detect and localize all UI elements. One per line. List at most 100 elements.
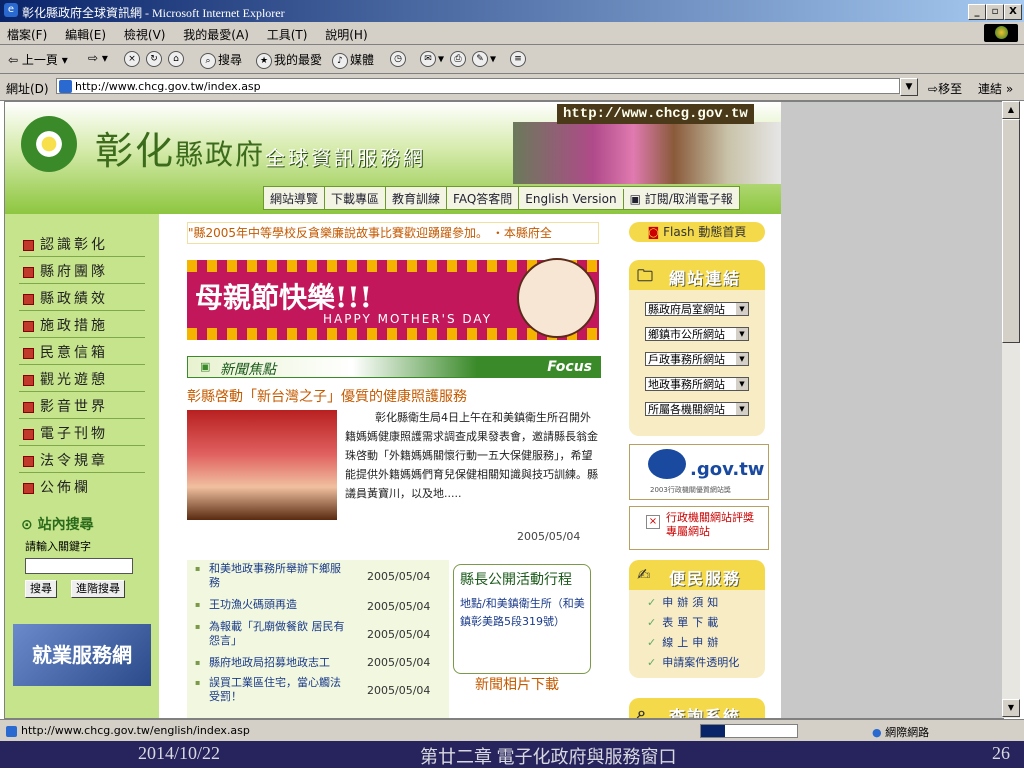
site-url-banner: http://www.chcg.gov.tw: [557, 104, 754, 124]
mail-button[interactable]: ✉ ▾: [420, 51, 444, 67]
favorites-button[interactable]: ★ 我的最愛: [256, 51, 322, 69]
nav-sitemap[interactable]: 網站導覽: [264, 187, 326, 210]
maximize-button[interactable]: ▫: [986, 4, 1004, 20]
news-photo[interactable]: [187, 410, 337, 520]
nav-training[interactable]: 教育訓練: [386, 187, 448, 210]
close-button[interactable]: X: [1004, 4, 1022, 20]
vertical-scrollbar[interactable]: ▲ ▼: [1002, 101, 1020, 718]
go-label: 移至: [938, 82, 963, 96]
back-button[interactable]: ⇦ 上一頁 ▾: [8, 51, 68, 68]
online-apply-link[interactable]: 線上申辦: [647, 634, 722, 650]
edit-button[interactable]: ✎ ▾: [472, 51, 496, 67]
sidebar-item-bulletin[interactable]: 公佈欄: [23, 477, 91, 497]
bullet-icon: [23, 239, 34, 251]
gov-tw-award-badge[interactable]: .gov.tw 2003行政機關優質網站獎: [629, 444, 769, 500]
menu-view[interactable]: 檢視(V): [117, 22, 173, 47]
menu-file[interactable]: 檔案(F): [0, 22, 54, 47]
scroll-thumb[interactable]: [1002, 119, 1020, 343]
land-office-select[interactable]: 地政事務所網站: [645, 377, 749, 391]
media-button[interactable]: ♪ 媒體: [332, 51, 374, 69]
mail-icon: ✉: [420, 51, 436, 67]
bullet-icon: [23, 374, 34, 386]
refresh-button[interactable]: ↻: [146, 51, 164, 67]
site-links-title: 網站連結: [669, 269, 742, 288]
status-url-text: http://www.chcg.gov.tw/english/index.asp: [21, 724, 250, 737]
menu-favorites[interactable]: 我的最愛(A): [176, 22, 256, 47]
address-input[interactable]: http://www.chcg.gov.tw/index.asp: [56, 78, 900, 94]
stop-button[interactable]: ×: [124, 51, 142, 67]
query-system-panel: ⌕ 查詢系統: [629, 698, 765, 719]
news-photo-download-link[interactable]: 新聞相片下載: [475, 674, 559, 694]
menu-help[interactable]: 說明(H): [318, 22, 374, 47]
address-dropdown-button[interactable]: ▼: [900, 78, 918, 96]
flash-homepage-button[interactable]: ◙ Flash 動態首頁: [629, 222, 765, 242]
minimize-button[interactable]: _: [968, 4, 986, 20]
news-list-item-link[interactable]: 為報載「孔廟做餐飲 居民有怨言」: [195, 620, 349, 648]
history-button[interactable]: ◷: [390, 51, 408, 67]
site-search-button[interactable]: 搜尋: [25, 580, 57, 598]
scroll-down-button[interactable]: ▼: [1002, 699, 1020, 717]
toolbar: ⇦ 上一頁 ▾ ⇨ ▾ × ↻ ⌂ ⌕ 搜尋 ★ 我的最愛 ♪ 媒體 ◷ ✉ ▾ ⎙ ✎…: [0, 45, 1024, 74]
slide-date: 2014/10/22: [138, 743, 221, 763]
folder-globe-icon: 🗀: [637, 266, 656, 285]
news-list-item-link[interactable]: 王功漁火碼頭再造: [195, 598, 349, 612]
sidebar-item-label: 電子刊物: [40, 426, 108, 442]
nav-newsletter[interactable]: ▣ 訂閱/取消電子報: [624, 187, 739, 210]
nav-download[interactable]: 下載專區: [325, 187, 387, 210]
mothers-day-banner[interactable]: 母親節快樂!!! HAPPY MOTHER'S DAY: [187, 258, 599, 340]
news-list-item-link[interactable]: 縣府地政局招募地政志工: [195, 656, 349, 670]
slide-chapter-title: 第廿二章 電子化政府與服務窗口: [420, 747, 677, 767]
mayor-activity-box[interactable]: 縣長公開活動行程 地點/和美鎮衛生所（和美鎮彰美路5段319號）: [453, 564, 591, 674]
history-icon: ◷: [390, 51, 406, 67]
news-list-item-date: 2005/05/04: [367, 570, 431, 583]
search-button[interactable]: ⌕ 搜尋: [200, 51, 242, 69]
sidebar-item-policy[interactable]: 施政措施: [23, 315, 108, 335]
print-button[interactable]: ⎙: [450, 51, 468, 67]
news-ticker[interactable]: "縣2005年中等學校反貪樂廉說故事比賽歡迎踴躍參加。 ・本縣府全: [187, 222, 599, 244]
site-search-input[interactable]: [25, 558, 133, 574]
go-button[interactable]: ⇨移至: [928, 80, 962, 97]
household-office-select[interactable]: 戶政事務所網站: [645, 352, 749, 366]
menu-edit[interactable]: 編輯(E): [58, 22, 113, 47]
query-system-header: ⌕ 查詢系統: [629, 698, 765, 719]
sidebar-item-tourism[interactable]: 觀光遊憩: [23, 369, 108, 389]
dept-sites-select[interactable]: 縣政府局室網站: [645, 302, 749, 316]
bullet-icon: [23, 401, 34, 413]
favorites-label: 我的最愛: [274, 53, 323, 67]
sidebar-item-epublication[interactable]: 電子刊物: [23, 423, 108, 443]
back-label: 上一頁: [21, 53, 58, 67]
discuss-button[interactable]: ≡: [510, 51, 528, 67]
magnifier-icon: ⌕: [637, 703, 648, 719]
form-download-link[interactable]: 表單下載: [647, 614, 722, 630]
nav-faq[interactable]: FAQ答客問: [447, 187, 520, 210]
forward-button[interactable]: ⇨ ▾: [88, 51, 108, 65]
home-button[interactable]: ⌂: [168, 51, 186, 67]
sidebar-item-team[interactable]: 縣府團隊: [23, 261, 108, 281]
news-headline-link[interactable]: 彰縣啓動「新台灣之子」優質的健康照護服務: [187, 386, 467, 406]
website-evaluation-link[interactable]: × 行政機關網站評獎專屬網站: [629, 506, 769, 550]
nav-english[interactable]: English Version: [519, 189, 624, 209]
sidebar-item-performance[interactable]: 縣政績效: [23, 288, 108, 308]
discuss-icon: ≡: [510, 51, 526, 67]
news-list-item-link[interactable]: 和美地政事務所舉辦下鄉服務: [195, 562, 349, 590]
case-transparency-link[interactable]: 申請案件透明化: [647, 654, 739, 670]
sidebar-item-regulations[interactable]: 法令規章: [23, 450, 108, 470]
sidebar-item-media[interactable]: 影音世界: [23, 396, 108, 416]
agency-sites-select[interactable]: 所屬各機關網站: [645, 402, 749, 416]
slide-page-number: 26: [992, 743, 1010, 763]
news-list-item-link[interactable]: 誤買工業區住宅，當心觸法受罰！: [195, 676, 349, 704]
job-service-banner[interactable]: 就業服務網: [13, 624, 151, 686]
divider: [19, 256, 145, 257]
sidebar-item-about[interactable]: 認識彰化: [23, 234, 108, 254]
menu-tools[interactable]: 工具(T): [260, 22, 315, 47]
sidebar-item-mailbox[interactable]: 民意信箱: [23, 342, 108, 362]
links-button[interactable]: 連結 »: [978, 80, 1013, 97]
sidebar-item-label: 影音世界: [40, 399, 108, 415]
refresh-icon: ↻: [146, 51, 162, 67]
service-guide-link[interactable]: 申辦須知: [647, 594, 722, 610]
advanced-search-button[interactable]: 進階搜尋: [71, 580, 125, 598]
county-logo-icon[interactable]: [21, 116, 77, 172]
township-sites-select[interactable]: 鄉鎮市公所網站: [645, 327, 749, 341]
scroll-up-button[interactable]: ▲: [1002, 101, 1020, 119]
news-list-item-date: 2005/05/04: [367, 656, 431, 669]
